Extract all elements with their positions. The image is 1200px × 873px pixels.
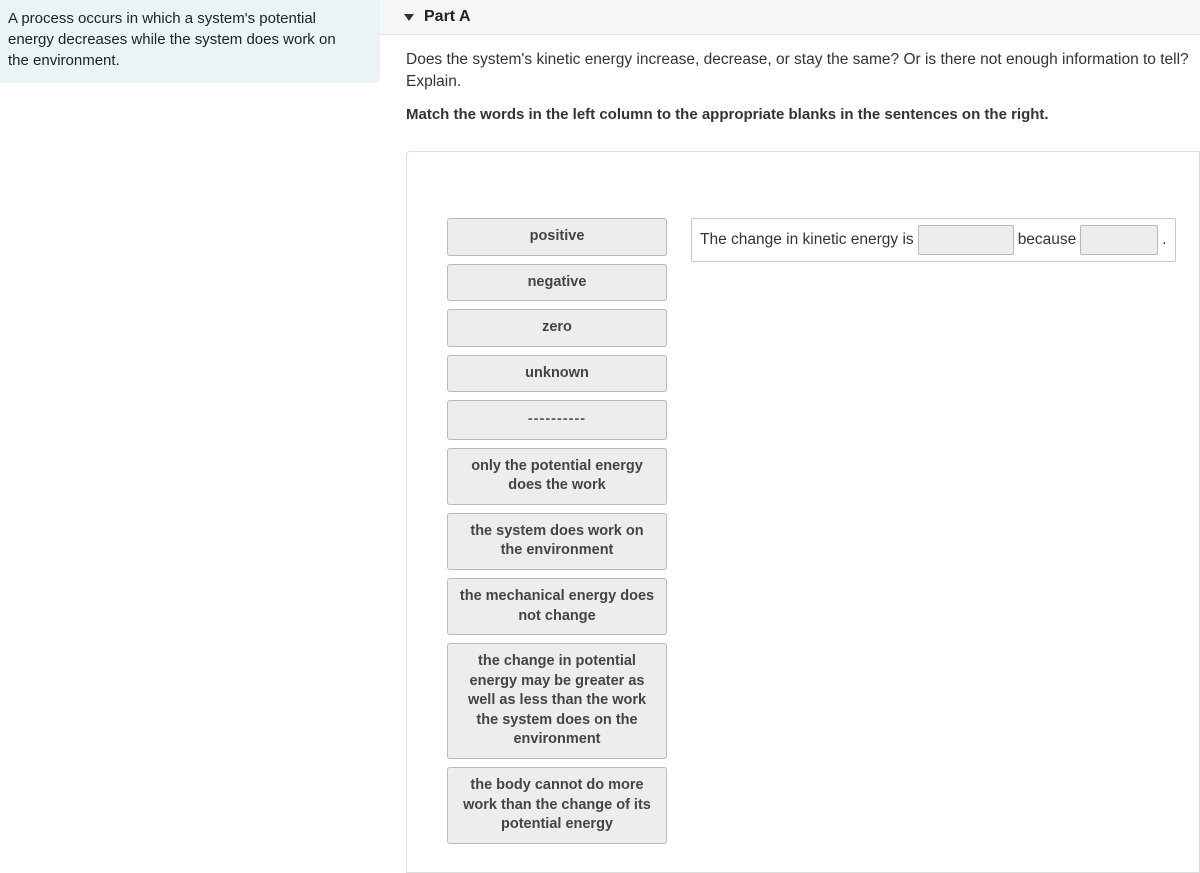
tile-change-potential[interactable]: the change in potential energy may be gr… — [447, 643, 667, 759]
instruction-text: Match the words in the left column to th… — [406, 106, 1192, 123]
tile-body-work[interactable]: the body cannot do more work than the ch… — [447, 767, 667, 844]
tile-zero[interactable]: zero — [447, 309, 667, 347]
word-bank: positive negative zero unknown ---------… — [447, 218, 667, 844]
sentence-pre: The change in kinetic energy is — [700, 231, 914, 249]
sentence-mid: because — [1018, 231, 1077, 249]
tile-mechanical-energy[interactable]: the mechanical energy does not change — [447, 578, 667, 635]
collapse-caret-icon[interactable] — [404, 14, 414, 21]
tile-divider[interactable]: ---------- — [447, 400, 667, 440]
main-content: Part A Does the system's kinetic energy … — [380, 0, 1200, 873]
question-area: Does the system's kinetic energy increas… — [380, 35, 1200, 137]
drop-slot-1[interactable] — [918, 225, 1014, 255]
tile-system-work[interactable]: the system does work on the environment — [447, 513, 667, 570]
tile-only-potential[interactable]: only the potential energy does the work — [447, 448, 667, 505]
part-title: Part A — [424, 8, 471, 26]
problem-statement-panel: A process occurs in which a system's pot… — [0, 0, 380, 83]
problem-statement-text: A process occurs in which a system's pot… — [8, 8, 356, 71]
sentence-end: . — [1162, 231, 1166, 249]
question-text: Does the system's kinetic energy increas… — [406, 49, 1192, 94]
matching-workspace: positive negative zero unknown ---------… — [406, 151, 1200, 873]
sentence-area: The change in kinetic energy is because … — [691, 218, 1176, 262]
tile-positive[interactable]: positive — [447, 218, 667, 256]
tile-unknown[interactable]: unknown — [447, 355, 667, 393]
tile-negative[interactable]: negative — [447, 264, 667, 302]
drop-slot-2[interactable] — [1080, 225, 1158, 255]
sentence-row: The change in kinetic energy is because … — [691, 218, 1176, 262]
part-header[interactable]: Part A — [380, 0, 1200, 35]
